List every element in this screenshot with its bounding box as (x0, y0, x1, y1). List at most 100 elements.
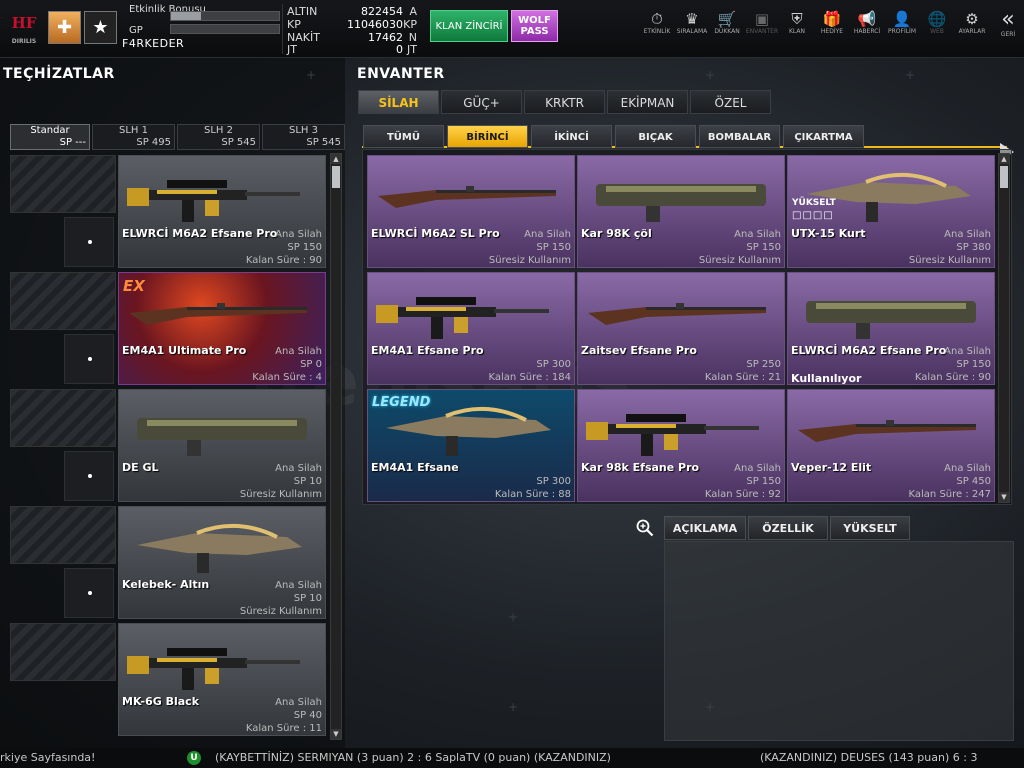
slot-placeholder[interactable] (10, 506, 116, 564)
item-type: Ana Silah (275, 346, 322, 357)
item-type: Ana Silah (524, 229, 571, 240)
item-sp: SP 10 (293, 593, 322, 604)
zoom-icon[interactable] (636, 519, 656, 539)
loadout-tab-standard[interactable]: Standar SP --- (10, 124, 90, 150)
item-time: Kalan Süre : 90 (245, 255, 322, 266)
item-time: Kalan Süre : 88 (494, 489, 571, 500)
inventory-item[interactable]: ELWRCİ M6A2 SL Pro Ana Silah SP 150 Süresiz… (367, 155, 575, 268)
loadout-tab-slh1[interactable]: SLH 1 SP 495 (92, 124, 175, 150)
inventory-item[interactable]: Kar 98K çöl Ana Silah SP 150 Süresiz Kullan… (577, 155, 785, 268)
item-time: Kalan Süre : 4 (252, 372, 322, 383)
game-logo: HF DIRILIS (11, 14, 37, 45)
scroll-down-icon[interactable]: ▼ (999, 492, 1009, 502)
mod-slot[interactable] (64, 568, 114, 618)
item-sp: SP 40 (293, 710, 322, 721)
detail-tab-ozellik[interactable]: ÖZELLİK (748, 516, 828, 540)
item-sp: SP 300 (536, 476, 571, 487)
inventory-scrollbar[interactable]: ▲ ▼ (998, 153, 1010, 503)
ex-badge: EX (123, 277, 145, 295)
item-name: EM4A1 Efsane Pro (371, 344, 484, 357)
item-name: DE GL (122, 461, 159, 474)
tab-ozel[interactable]: ÖZEL (690, 90, 771, 114)
nav-haberci[interactable]: 📢 HABERCİ (850, 10, 884, 35)
mod-slot[interactable] (64, 217, 114, 267)
slot-placeholder[interactable] (10, 623, 116, 681)
klan-chain-button[interactable]: KLAN ZİNCİRİ (430, 10, 508, 42)
currency-row: JT 0 JT (287, 43, 417, 56)
detail-tab-yukselt[interactable]: YÜKSELT (830, 516, 910, 540)
equipped-item[interactable]: ELWRCİ M6A2 Efsane Pro Ana Silah SP 150 Kal… (118, 155, 326, 268)
scroll-up-icon[interactable]: ▲ (331, 154, 341, 164)
item-time: Kalan Süre : 184 (488, 372, 571, 383)
slot-placeholder[interactable] (10, 155, 116, 213)
slot-placeholder[interactable] (10, 389, 116, 447)
equipped-item[interactable]: MK-6G Black Ana Silah SP 40 Kalan Süre : 11 (118, 623, 326, 736)
tab-krktr[interactable]: KRKTR (524, 90, 605, 114)
detail-tab-aciklama[interactable]: AÇIKLAMA (664, 516, 746, 540)
loadout-tab-slh2[interactable]: SLH 2 SP 545 (177, 124, 260, 150)
back-button[interactable]: «GERİ (994, 9, 1022, 39)
inventory-item[interactable]: ELWRCİ M6A2 Efsane Pro Ana Silah SP 150 Kal… (787, 272, 995, 385)
tab-guc[interactable]: GÜÇ+ (441, 90, 522, 114)
nav-ayarlar[interactable]: ⚙ AYARLAR (955, 10, 989, 35)
item-name: UTX-15 Kurt (791, 227, 866, 240)
inventory-title: ENVANTER (357, 66, 445, 82)
item-name: Kelebek- Altın (122, 578, 210, 591)
scroll-down-icon[interactable]: ▼ (331, 729, 341, 739)
item-sp: SP 0 (300, 359, 322, 370)
slot-placeholder[interactable] (10, 272, 116, 330)
item-type: Ana Silah (275, 697, 322, 708)
nav-hediye[interactable]: 🎁 HEDİYE (815, 10, 849, 35)
loadout-tab-slh3[interactable]: SLH 3 SP 545 (262, 124, 345, 150)
nav-dukkan[interactable]: 🛒 DÜKKAN (710, 10, 744, 35)
subtab-bombalar[interactable]: BOMBALAR (699, 125, 780, 148)
inventory-item[interactable]: Kar 98k Efsane Pro Ana Silah SP 150 Kalan S… (577, 389, 785, 502)
subtab-ikinci[interactable]: İKİNCİ (531, 125, 612, 148)
tab-silah[interactable]: SİLAH (358, 90, 439, 114)
mod-slot[interactable] (64, 451, 114, 501)
equipped-item[interactable]: Kelebek- Altın Ana Silah SP 10 Süresiz Kull… (118, 506, 326, 619)
scroll-up-icon[interactable]: ▲ (999, 154, 1009, 164)
equipped-item[interactable]: DE GL Ana Silah SP 10 Süresiz Kullanım (118, 389, 326, 502)
web-icon: 🌐 (927, 10, 947, 28)
nav-klan[interactable]: ⛨ KLAN (780, 10, 814, 35)
tab-ekipman[interactable]: EKİPMAN (607, 90, 688, 114)
rank-icon[interactable]: ✚ (48, 11, 81, 44)
star-icon[interactable]: ★ (84, 11, 117, 44)
ticker-icon: U (187, 751, 201, 765)
inventory-item[interactable]: YÜKSELT □□□□ UTX-15 Kurt Ana Silah SP 380 Sür… (787, 155, 995, 268)
nav-web[interactable]: 🌐 WEB (920, 10, 954, 35)
subtab-bicak[interactable]: BIÇAK (615, 125, 696, 148)
item-name: Kar 98k Efsane Pro (581, 461, 700, 474)
inventory-item[interactable]: Veper-12 Elit Ana Silah SP 450 Kalan Süre :… (787, 389, 995, 502)
item-time: Süresiz Kullanım (698, 255, 781, 266)
equipped-item[interactable]: EX EM4A1 Ultimate Pro Ana Silah SP 0 Kalan S… (118, 272, 326, 385)
subtab-birinci[interactable]: BİRİNCİ (447, 125, 528, 148)
item-type: Ana Silah (944, 346, 991, 357)
envanter-icon: ▣ (754, 10, 770, 28)
nav-etkinlik[interactable]: ⏱ ETKİNLİK (640, 10, 674, 35)
mod-slot[interactable] (64, 334, 114, 384)
klan-icon: ⛨ (791, 10, 803, 28)
equipment-scrollbar[interactable]: ▲ ▼ (330, 153, 342, 740)
nav-profilim[interactable]: 👤 PROFİLİM (885, 10, 919, 35)
wolf-pass-button[interactable]: WOLF PASS (511, 10, 558, 42)
description-panel (664, 541, 1014, 741)
inventory-item[interactable]: LEGEND EM4A1 Efsane SP 300 Kalan Süre : 88 (367, 389, 575, 502)
item-time: Süresiz Kullanım (239, 489, 322, 500)
item-sp: SP 150 (536, 242, 571, 253)
item-sp: SP 250 (746, 359, 781, 370)
item-type: Ana Silah (944, 463, 991, 474)
nav-siralama[interactable]: ♛ SIRALAMA (675, 10, 709, 35)
subtab-tumu[interactable]: TÜMÜ (363, 125, 444, 148)
legend-badge: LEGEND (372, 395, 431, 410)
currency-row: KP 11046030 KP (287, 18, 417, 31)
item-time: Kalan Süre : 92 (704, 489, 781, 500)
inventory-item[interactable]: EM4A1 Efsane Pro SP 300 Kalan Süre : 184 (367, 272, 575, 385)
nav-envanter[interactable]: ▣ ENVANTER (745, 10, 779, 35)
item-name: MK-6G Black (122, 695, 200, 708)
subtab-cikartma[interactable]: ÇIKARTMA (783, 125, 864, 148)
top-bar: HF DIRILIS ✚ ★ Etkinlik Bonusu GP F4RKEDE… (0, 0, 1024, 58)
inventory-item[interactable]: Zaitsev Efsane Pro SP 250 Kalan Süre : 21 (577, 272, 785, 385)
item-type: Ana Silah (275, 463, 322, 474)
